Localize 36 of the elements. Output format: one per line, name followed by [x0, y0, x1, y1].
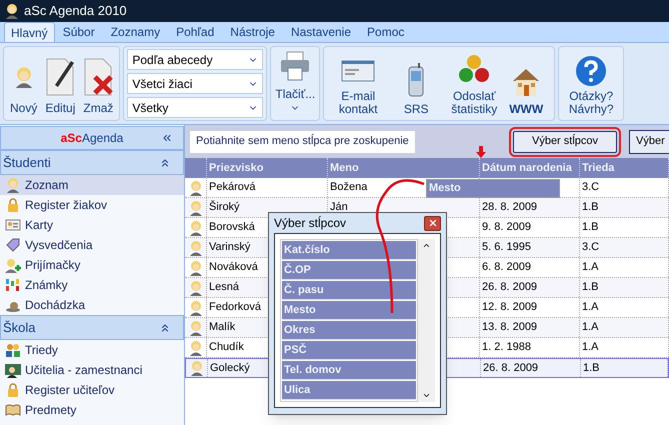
table-cell-text: 13. 8. 2009	[482, 320, 538, 336]
dialog-title: Výber stĺpcov	[274, 215, 346, 232]
table-cell-text: 3.C	[582, 240, 600, 256]
table-cell-text: Široký	[209, 199, 240, 216]
table-cell-text: 9. 8. 2009	[482, 220, 531, 236]
table-cell-text: 1.A	[582, 340, 599, 356]
table-cell-text: Lesná	[209, 280, 239, 296]
table-cell-text: 1.B	[582, 220, 599, 236]
table-cell-text: Božena	[330, 180, 368, 196]
table-cell-text: 5. 6. 1995	[482, 240, 531, 256]
brand-logo: aScAgenda	[60, 130, 124, 147]
table-cell-text: 1. 2. 1988	[482, 340, 531, 356]
table-cell-text: Golecký	[210, 360, 250, 376]
table-cell-text: Borovská	[209, 220, 255, 236]
table-cell-text: 12. 8. 2009	[482, 300, 538, 316]
table-cell-text: 26. 8. 2009	[482, 280, 538, 296]
table-cell-text: Pekárová	[209, 180, 256, 196]
table-cell-text: 3.C	[582, 180, 600, 196]
table-cell-text: 1.B	[582, 280, 599, 296]
table-cell-text: Nováková	[209, 260, 258, 276]
table-cell-text: 28. 8. 2009	[482, 200, 538, 216]
table-cell-text: 1.A	[582, 260, 599, 276]
table-cell-text: Ján	[330, 200, 348, 216]
window-title: aSc Agenda 2010	[24, 2, 127, 20]
table-cell-text: Varinský	[209, 240, 250, 256]
table-cell-text: Chudík	[209, 340, 244, 356]
table-cell-text: 1.B	[582, 200, 599, 216]
table-cell-text: Malík	[209, 320, 236, 336]
table-cell-text: 1.A	[582, 320, 599, 336]
table-cell-text: 6. 8. 2009	[482, 260, 531, 276]
drag-ghost: Mesto	[426, 179, 560, 198]
group-hint: Potiahnite sem meno stĺpca pre zoskupenie	[190, 130, 415, 152]
table-cell-text: 1.A	[582, 300, 599, 316]
table-cell-text: Fedorková	[209, 300, 261, 316]
table-cell-text: 26. 8. 2009	[483, 360, 538, 376]
table-cell-text: 1.B	[583, 360, 600, 376]
